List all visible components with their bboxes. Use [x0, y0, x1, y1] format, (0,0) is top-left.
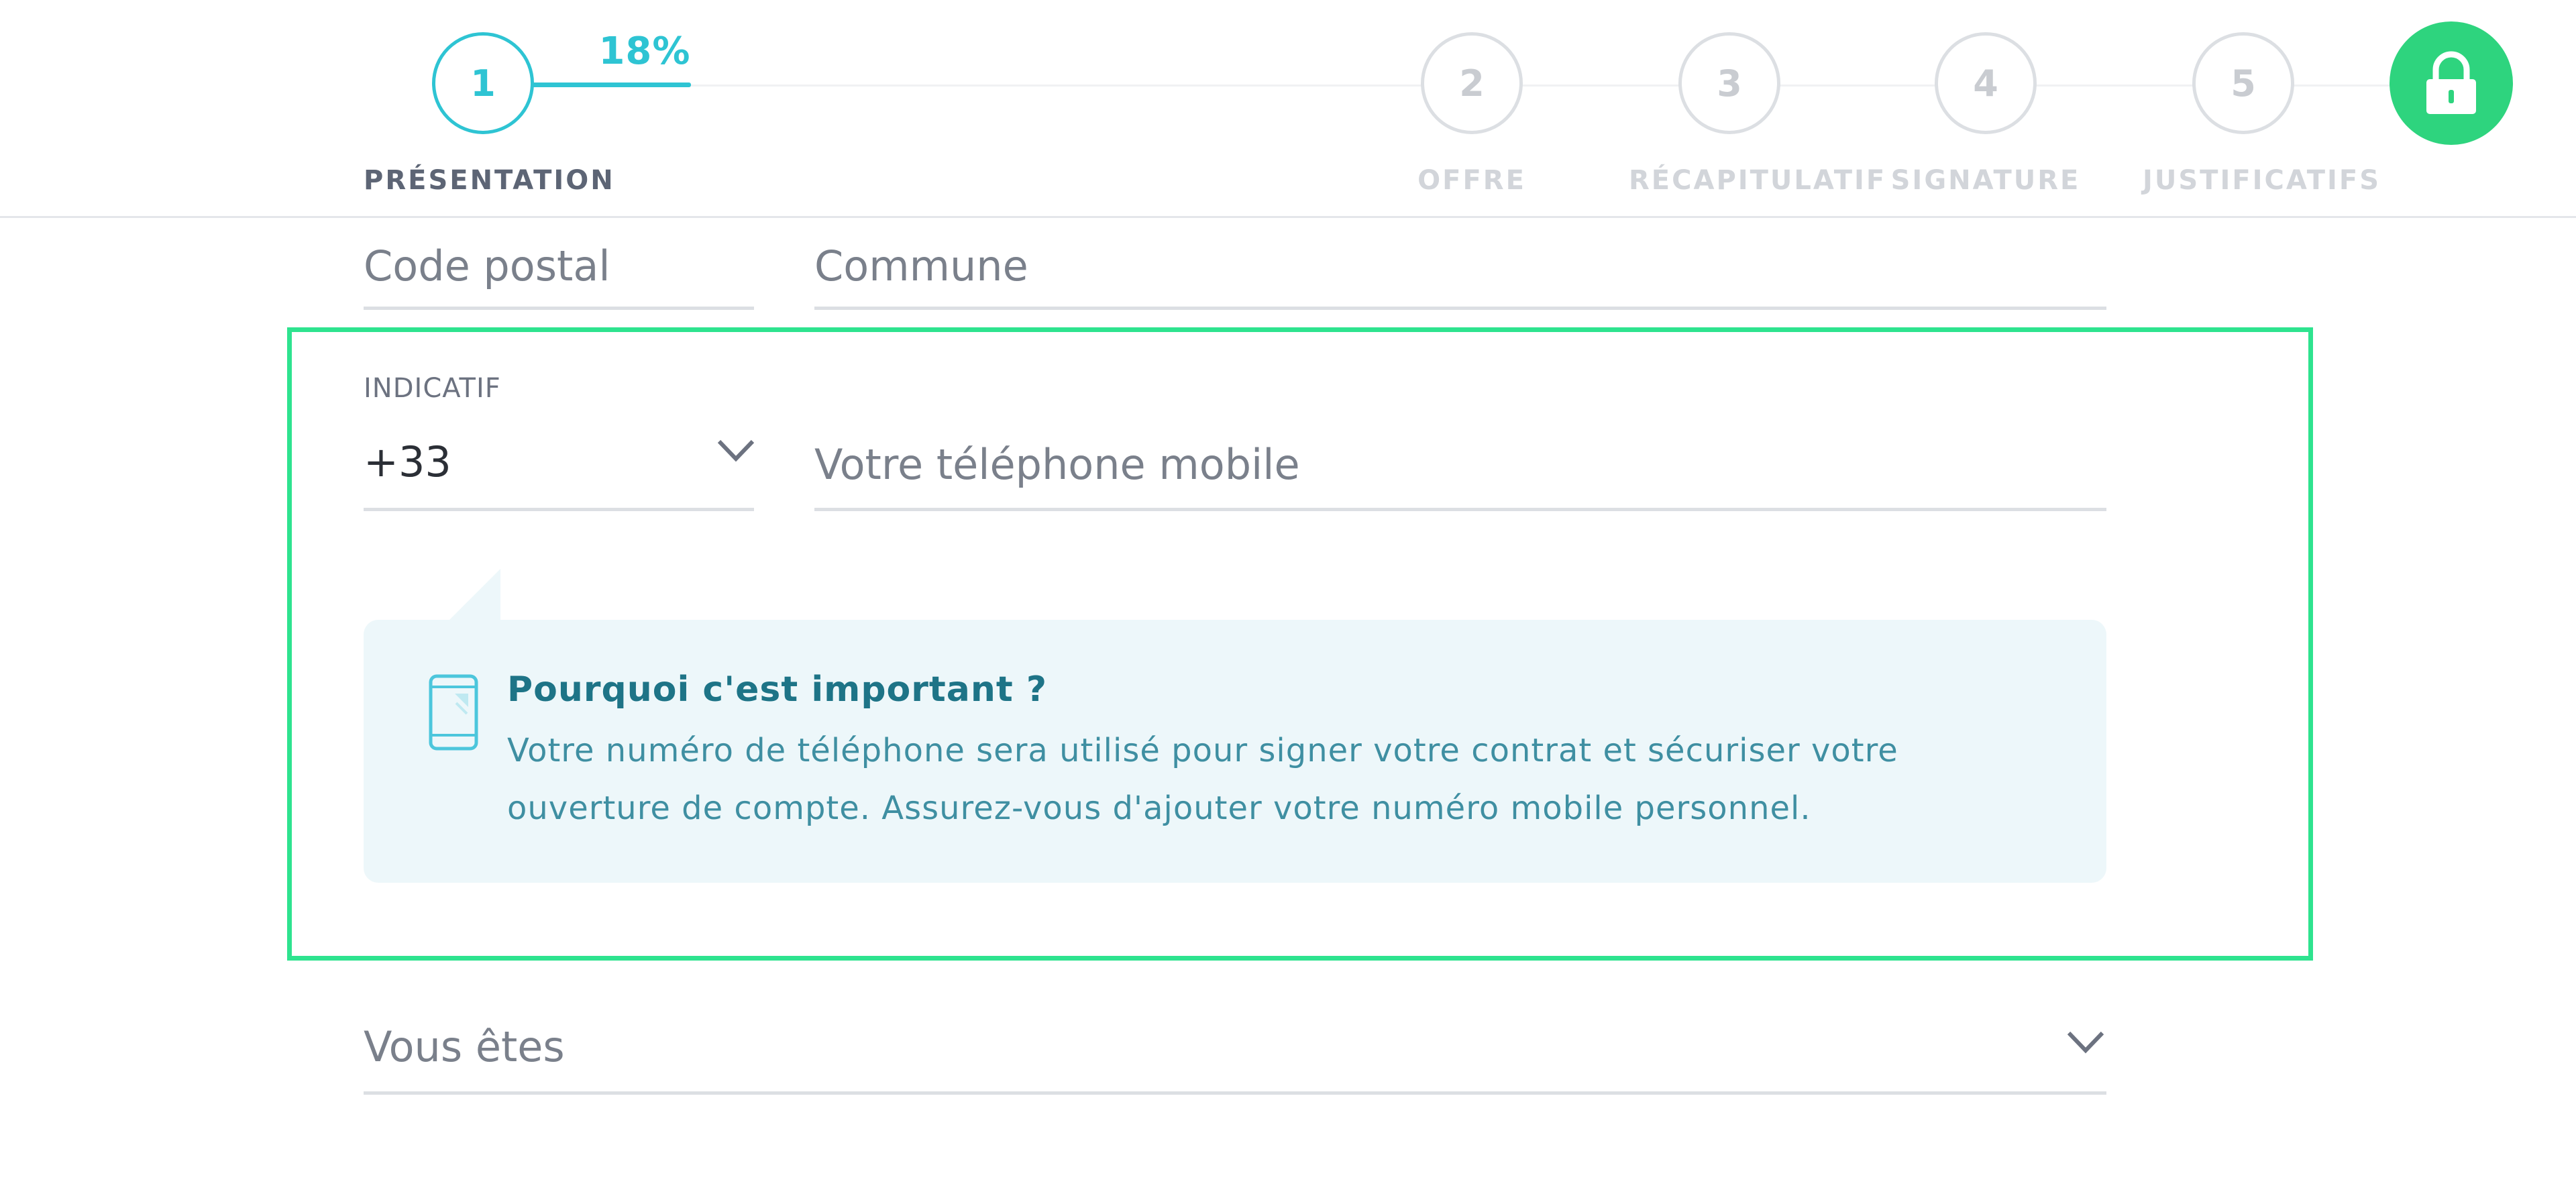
step-number: 2	[1421, 32, 1523, 134]
step-number: 3	[1678, 32, 1780, 134]
country-code-label: INDICATIF	[364, 373, 501, 404]
step-presentation[interactable]: 1 PRÉSENTATION	[364, 32, 613, 196]
chevron-down-icon[interactable]	[2066, 1030, 2105, 1054]
info-title: Pourquoi c'est important ?	[507, 669, 1048, 710]
commune-field[interactable]	[814, 236, 2106, 310]
step-justificatifs[interactable]: 5 JUSTIFICATIFS	[2143, 32, 2381, 196]
step-number: 1	[432, 32, 534, 134]
mobile-phone-field[interactable]	[814, 437, 2106, 511]
info-text-line: Votre numéro de téléphone sera utilisé p…	[507, 732, 1898, 769]
progress-percent: 18%	[598, 30, 691, 73]
info-text-line: ouverture de compte. Assurez-vous d'ajou…	[507, 790, 1811, 827]
progress-stepper: 18% 1 PRÉSENTATION 2 OFFRE 3 RÉCAPITULAT…	[0, 0, 2576, 218]
smartphone-icon	[429, 674, 478, 751]
chevron-down-icon[interactable]	[716, 439, 755, 463]
mobile-phone-input[interactable]	[814, 440, 2106, 489]
step-label: SIGNATURE	[1890, 165, 2081, 196]
step-number: 5	[2192, 32, 2294, 134]
step-label: JUSTIFICATIFS	[2143, 165, 2381, 196]
info-box: Pourquoi c'est important ? Votre numéro …	[364, 620, 2106, 883]
info-text: Votre numéro de téléphone sera utilisé p…	[507, 722, 2050, 837]
postal-code-field[interactable]	[364, 236, 754, 310]
step-label: OFFRE	[1417, 165, 1526, 196]
step-number: 4	[1935, 32, 2037, 134]
status-select[interactable]: Vous êtes	[364, 1020, 2106, 1095]
country-code-value: +33	[364, 437, 451, 486]
postal-code-input[interactable]	[364, 241, 754, 290]
status-select-placeholder: Vous êtes	[364, 1022, 565, 1071]
commune-input[interactable]	[814, 241, 2106, 290]
step-offre[interactable]: 2 OFFRE	[1371, 32, 1572, 196]
step-label: PRÉSENTATION	[364, 165, 615, 196]
lock-icon	[2426, 51, 2476, 114]
country-code-select[interactable]: +33	[364, 429, 755, 511]
page: 18% 1 PRÉSENTATION 2 OFFRE 3 RÉCAPITULAT…	[0, 0, 2576, 1194]
step-signature[interactable]: 4 SIGNATURE	[1885, 32, 2086, 196]
lock-button[interactable]	[2390, 21, 2513, 145]
step-label: RÉCAPITULATIF	[1629, 165, 1887, 196]
step-recapitulatif[interactable]: 3 RÉCAPITULATIF	[1629, 32, 1887, 196]
